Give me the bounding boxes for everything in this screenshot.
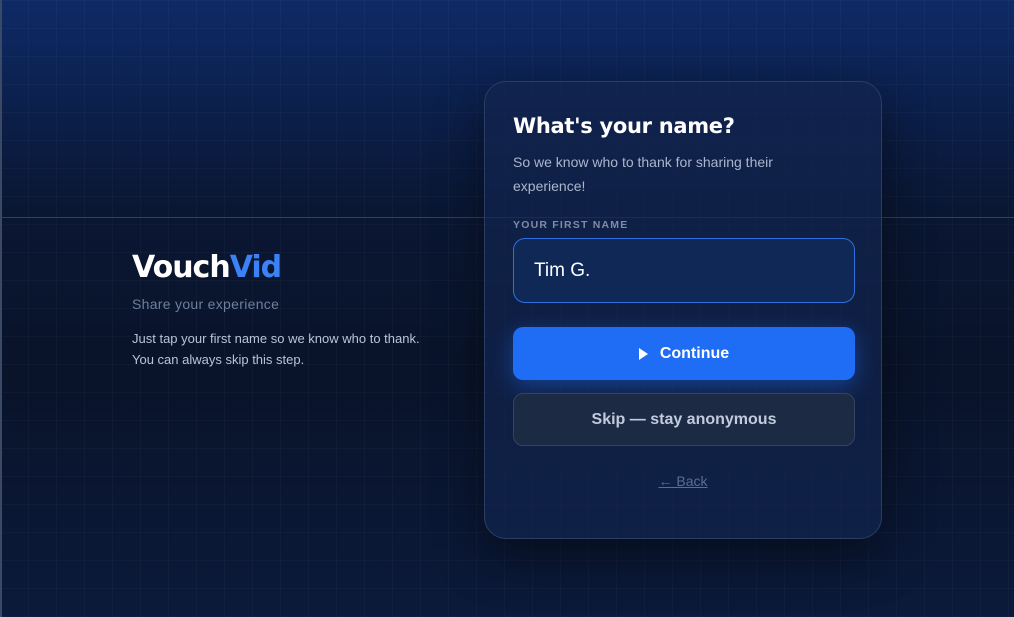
back-link[interactable]: ← Back bbox=[513, 473, 853, 489]
play-icon bbox=[638, 347, 648, 360]
name-card: What's your name? So we know who to than… bbox=[484, 81, 882, 539]
brand-panel: VouchVid Share your experience Just tap … bbox=[132, 248, 432, 370]
card-title: What's your name? bbox=[513, 114, 735, 138]
continue-button[interactable]: Continue bbox=[513, 327, 855, 380]
vouchvid-logo: VouchVid bbox=[132, 248, 432, 288]
brand-description: Just tap your first name so we know who … bbox=[132, 331, 420, 367]
logo-text-vouch: Vouch bbox=[132, 250, 231, 285]
logo-text-vid: Vid bbox=[229, 250, 282, 285]
first-name-input[interactable] bbox=[513, 238, 855, 303]
window-edge bbox=[0, 0, 2, 617]
first-name-label: YOUR FIRST NAME bbox=[513, 219, 629, 231]
tagline: Share your experience bbox=[132, 296, 280, 312]
card-subtitle: So we know who to thank for sharing thei… bbox=[513, 154, 773, 194]
skip-anonymous-button[interactable]: Skip — stay anonymous bbox=[513, 393, 855, 446]
skip-label: Skip — stay anonymous bbox=[591, 410, 777, 428]
continue-label: Continue bbox=[659, 344, 730, 362]
